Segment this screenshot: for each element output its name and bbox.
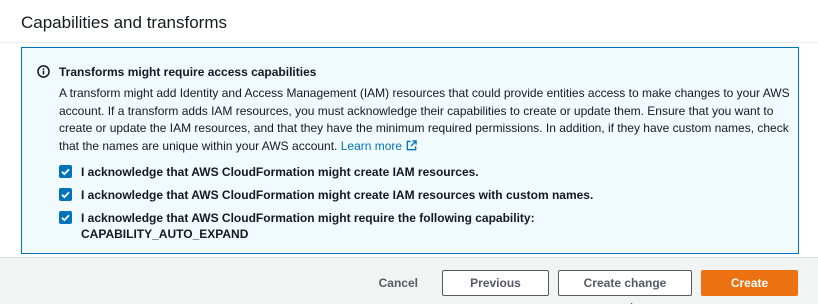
ack-iam-checkbox[interactable] — [59, 165, 72, 178]
ack-auto-expand-label: I acknowledge that AWS CloudFormation mi… — [81, 210, 535, 242]
ack-row-auto-expand[interactable]: I acknowledge that AWS CloudFormation mi… — [59, 210, 535, 242]
ack-custom-names-checkbox[interactable] — [59, 188, 72, 201]
info-icon — [37, 65, 50, 78]
checkmark-icon — [61, 168, 70, 176]
capability-name: CAPABILITY_AUTO_EXPAND — [81, 227, 249, 241]
capabilities-panel: Capabilities and transforms Transforms m… — [0, 0, 818, 258]
alert-body-text: A transform might add Identity and Acces… — [59, 86, 790, 153]
create-stack-button[interactable]: Create stack — [701, 270, 798, 304]
info-alert: Transforms might require access capabili… — [21, 47, 799, 254]
create-change-set-button[interactable]: Create change set — [558, 270, 692, 304]
ack-row-iam[interactable]: I acknowledge that AWS CloudFormation mi… — [59, 164, 479, 180]
ack-iam-label: I acknowledge that AWS CloudFormation mi… — [81, 165, 479, 179]
ack-row-custom-names[interactable]: I acknowledge that AWS CloudFormation mi… — [59, 187, 593, 203]
previous-button[interactable]: Previous — [442, 270, 549, 296]
checkmark-icon — [61, 191, 70, 199]
page: Capabilities and transforms Transforms m… — [0, 0, 818, 304]
section-divider — [0, 42, 818, 43]
learn-more-link[interactable]: Learn more — [341, 139, 417, 153]
ack-auto-expand-checkbox[interactable] — [59, 211, 72, 224]
cancel-button[interactable]: Cancel — [367, 270, 430, 296]
learn-more-label: Learn more — [340, 138, 403, 153]
alert-heading: Transforms might require access capabili… — [59, 65, 317, 79]
external-link-icon — [406, 140, 417, 151]
alert-body: A transform might add Identity and Acces… — [59, 85, 793, 155]
checkmark-icon — [61, 214, 70, 222]
ack-custom-names-label: I acknowledge that AWS CloudFormation mi… — [81, 188, 594, 202]
section-title: Capabilities and transforms — [21, 13, 227, 32]
ack-auto-expand-text: I acknowledge that AWS CloudFormation mi… — [81, 211, 535, 225]
footer-actions: Cancel Previous Create change set Create… — [367, 270, 798, 304]
